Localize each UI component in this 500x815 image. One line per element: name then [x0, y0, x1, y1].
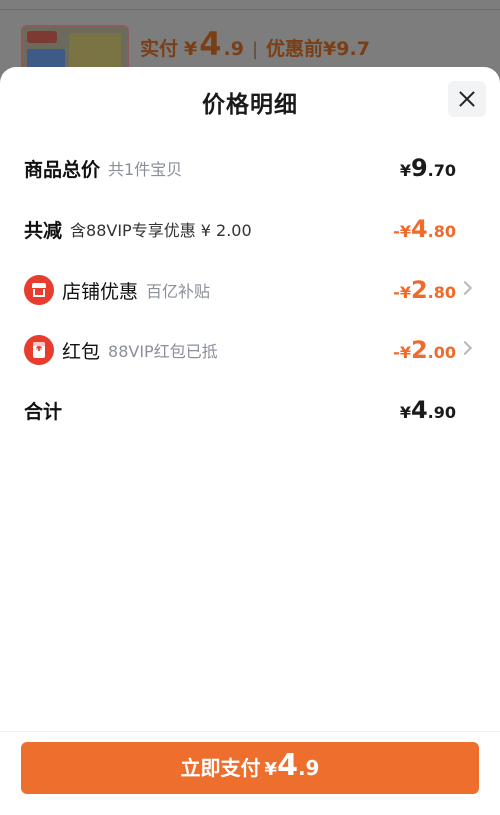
row-amount: -¥ 2 .00 — [393, 336, 456, 364]
before-discount-price: 优惠前¥9.7 — [266, 38, 370, 60]
row-amount: ¥ 9 .70 — [399, 154, 456, 182]
chevron-right-icon — [457, 280, 473, 296]
row-label: 商品总价 — [24, 158, 101, 181]
shop-icon — [24, 275, 54, 305]
close-icon[interactable] — [448, 81, 486, 117]
row-label: 共减 — [24, 219, 63, 242]
row-sub: 含88VIP专享优惠 ¥ 2.00 — [70, 221, 252, 240]
row-goods-total: 商品总价 共1件宝贝 ¥ 9 .70 — [24, 153, 472, 183]
row-label: 合计 — [24, 400, 63, 423]
pay-button-label: 立即支付 — [180, 756, 261, 780]
divider — [0, 9, 500, 10]
currency-symbol: ¥ — [184, 38, 198, 60]
background-price-summary: 实付 ¥ 4 .9 | 优惠前¥9.7 — [140, 26, 370, 62]
row-label: 红包 — [62, 340, 101, 363]
row-amount: -¥ 2 .80 — [393, 276, 456, 304]
price-detail-sheet: 价格明细 商品总价 共1件宝贝 ¥ 9 .70 共减 含88VIP专享优惠 ¥ … — [0, 67, 500, 814]
chevron-right-icon — [457, 340, 473, 356]
row-label: 店铺优惠 — [62, 280, 139, 303]
red-packet-icon — [24, 335, 54, 365]
row-sub: 百亿补贴 — [146, 282, 211, 301]
pay-amount-decimal: .9 — [223, 38, 244, 60]
pay-label: 实付 — [140, 38, 179, 60]
row-amount: -¥ 4 .80 — [393, 215, 456, 243]
pay-amount-integer: 4 — [199, 25, 222, 63]
row-red-packet[interactable]: 红包 88VIP红包已抵 -¥ 2 .00 — [24, 335, 473, 365]
separator: | — [251, 39, 259, 60]
footer-bar: 立即支付 ¥ 4 .9 — [0, 731, 500, 815]
pay-now-button[interactable]: 立即支付 ¥ 4 .9 — [21, 742, 479, 794]
row-sub: 88VIP红包已抵 — [108, 342, 218, 361]
row-total-discount: 共减 含88VIP专享优惠 ¥ 2.00 -¥ 4 .80 — [24, 214, 472, 244]
row-sub: 共1件宝贝 — [108, 160, 183, 179]
row-shop-discount[interactable]: 店铺优惠 百亿补贴 -¥ 2 .80 — [24, 275, 473, 305]
row-grand-total: 合计 ¥ 4 .90 — [24, 395, 472, 425]
row-amount: ¥ 4 .90 — [399, 396, 456, 424]
sheet-title: 价格明细 — [202, 92, 298, 118]
